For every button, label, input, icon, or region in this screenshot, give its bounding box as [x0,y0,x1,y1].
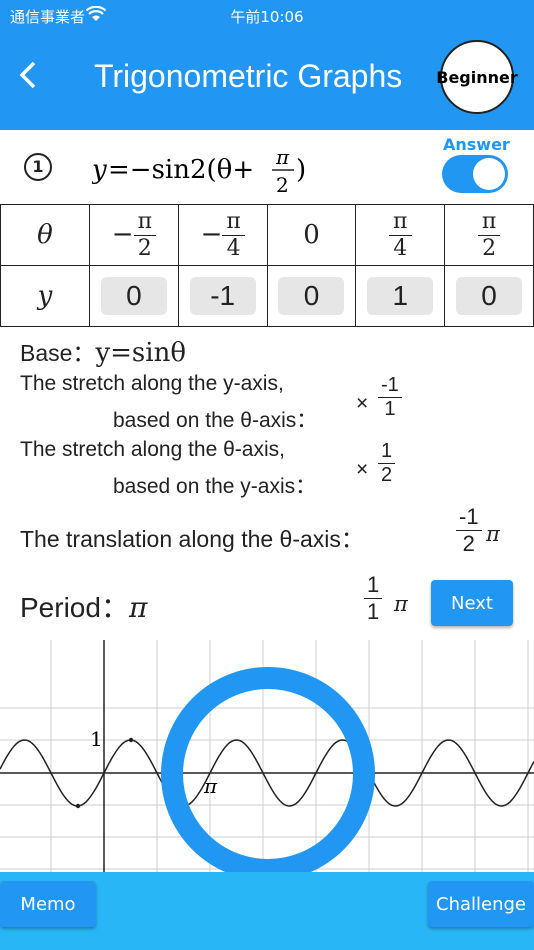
y-value-picker[interactable]: 0 [456,277,523,315]
question-equation: y =−sin2(θ+ π 2 ) [91,144,332,203]
theta-cell: π4 [355,204,446,266]
level-badge[interactable]: Beginner [436,40,518,114]
drag-handle-ring [161,667,375,881]
svg-text:y: y [92,155,107,185]
memo-button[interactable]: Memo [0,881,96,927]
theta-header: θ [0,204,90,266]
footer-bar: Memo Challenge [0,872,534,950]
theta-cell: − π 2 [89,204,179,266]
base-line: Base：y=sinθ [20,338,186,368]
stretch-theta-fraction[interactable]: 12 [378,440,396,487]
stretch-y-fraction[interactable]: -1 1 [378,374,402,421]
x-tick-label: π [203,774,218,798]
theta-row: θ − π 2 − π 4 0 π4 π2 [0,204,534,266]
y-row: y 0 -1 0 1 0 [0,265,534,327]
svg-text:π: π [275,145,290,169]
translation-pi: π [486,522,500,546]
y-value-picker[interactable]: -1 [189,277,256,315]
y-header: y [0,265,90,327]
svg-text:): ) [296,155,306,185]
stretch-theta-times: × [356,458,369,481]
tick-point [128,737,134,743]
translation-label: The translation along the θ-axis： [20,526,364,552]
period-fraction[interactable]: 11 [364,572,383,625]
status-bar: 通信事業者 午前10:06 [0,4,534,26]
toggle-knob [473,158,505,190]
page-title: Trigonometric Graphs [94,58,403,94]
back-icon[interactable] [18,60,42,96]
values-table: θ − π 2 − π 4 0 π4 π2 y 0 -1 0 1 0 [0,204,534,327]
stretch-theta-line1: The stretch along the θ-axis, [20,438,285,461]
base-function: y=sinθ [95,338,186,368]
graph-canvas[interactable]: 1 π [0,640,534,881]
translation-fraction[interactable]: -1 2 [456,504,482,557]
stretch-y-line2: based on the θ-axis： [113,409,318,432]
theta-cell: − π 4 [177,204,268,266]
period-line: Period：π [20,591,148,624]
y-value-picker[interactable]: 0 [100,277,167,315]
period-value: π [128,591,148,624]
period-pi: π [394,592,408,616]
app-header: 通信事業者 午前10:06 Trigonometric Graphs Begin… [0,0,534,130]
question-number: 1 [24,153,52,181]
answer-toggle[interactable] [442,155,508,193]
tick-point [75,803,81,809]
answer-label: Answer [443,135,510,154]
challenge-button[interactable]: Challenge [428,881,534,927]
clock: 午前10:06 [230,8,304,26]
y-tick-label: 1 [90,727,103,751]
stretch-y-line1: The stretch along the y-axis, [20,372,284,395]
y-value-picker[interactable]: 1 [367,277,434,315]
y-value-picker[interactable]: 0 [278,277,345,315]
stretch-y-times: × [356,392,369,415]
svg-text:2: 2 [276,173,289,196]
svg-text:=−sin2(θ+: =−sin2(θ+ [108,155,254,185]
theta-cell: 0 [266,204,357,266]
next-button[interactable]: Next [431,580,513,626]
stretch-theta-line2: based on the y-axis： [113,475,317,498]
theta-cell: π2 [444,204,534,266]
